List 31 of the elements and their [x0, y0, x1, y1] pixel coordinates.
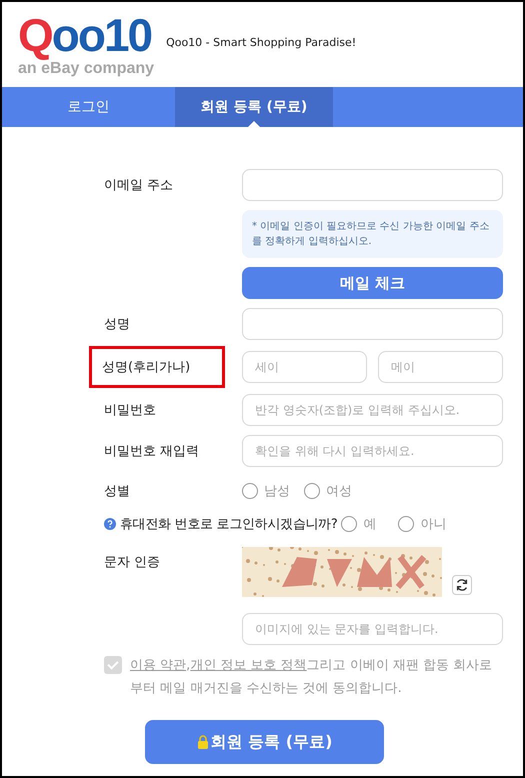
help-icon [104, 518, 116, 530]
radio-option[interactable]: 예 [341, 515, 376, 533]
input-field[interactable] [242, 308, 503, 340]
field-label: 성별 [104, 483, 130, 501]
input-field[interactable]: 세이 [242, 351, 367, 383]
input-field[interactable]: 메이 [378, 351, 503, 383]
field-label: 문자 인증 [104, 554, 160, 572]
hint-note: * 이메일 인증이 필요하므로 수신 가능한 이메일 주소를 정확하게 입력하십시오. [242, 210, 503, 258]
mail-check-button[interactable]: 메일 체크 [242, 267, 503, 299]
register-button[interactable]: 회원 등록 (무료) [145, 720, 384, 764]
field-label: 비밀번호 재입력 [104, 443, 200, 461]
agreement-text: 이용 약관,개인 정보 보호 정책그리고 이베이 재팬 합동 회사로부터 메일 매거진을 수신하는 것에 동의합니다. [130, 657, 494, 698]
input-field[interactable]: 반각 영숫자(조합)로 입력해 주십시오. [242, 394, 503, 426]
tab[interactable]: 로그인 [2, 87, 175, 127]
radio-option[interactable]: 여성 [304, 482, 352, 500]
input-field[interactable]: 이미지에 있는 문자를 입력합니다. [242, 613, 503, 645]
field-label: 성명(후리가나) [92, 349, 222, 385]
field-label: 비밀번호 [104, 402, 156, 420]
input-field[interactable]: 확인을 위해 다시 입력하세요. [242, 435, 503, 467]
logo-tagline: an eBay company [18, 60, 154, 78]
field-label: 성명 [104, 316, 130, 334]
tab[interactable]: 회원 등록 (무료) [175, 87, 333, 127]
logo: Qoo10 [18, 12, 152, 58]
input-field[interactable] [242, 169, 503, 201]
refresh-icon[interactable] [452, 575, 472, 595]
radio-option[interactable]: 아니 [398, 515, 446, 533]
lock-icon [196, 735, 209, 749]
field-label: 휴대전화 번호로 로그인하시겠습니까? [120, 516, 338, 533]
radio-option[interactable]: 남성 [242, 482, 290, 500]
field-label: 이메일 주소 [104, 177, 174, 195]
slogan: Qoo10 - Smart Shopping Paradise! [166, 36, 356, 49]
